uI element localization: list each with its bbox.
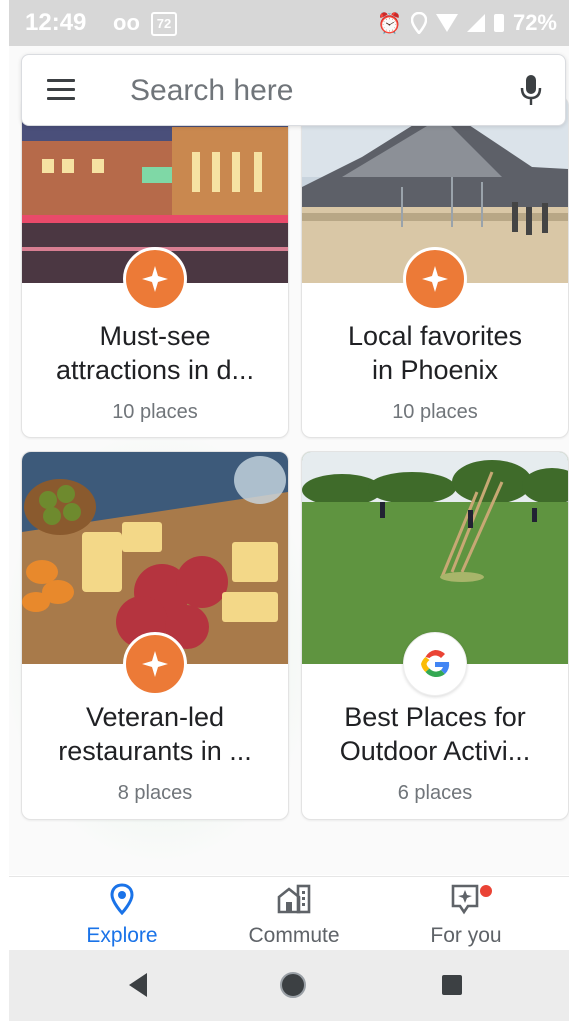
card-title-line: Must-see: [99, 321, 211, 351]
collection-card-local-favorites[interactable]: Local favorites in Phoenix 10 places: [301, 96, 569, 438]
notification-dot: [480, 885, 492, 897]
system-navigation-bar: [9, 950, 569, 1021]
explore-content[interactable]: Search here Must-see attractions in d...…: [9, 46, 569, 875]
location-icon: [410, 12, 427, 34]
collection-card-must-see[interactable]: Must-see attractions in d... 10 places: [21, 96, 289, 438]
star-badge-icon: [123, 247, 187, 311]
nav-for-you-label: For you: [430, 924, 502, 947]
calendar-icon: 72: [151, 12, 177, 36]
star-badge-icon: [123, 632, 187, 696]
voicemail-icon: oo: [113, 10, 140, 35]
alarm-icon: ⏰: [377, 12, 402, 35]
battery-percent: 72%: [512, 10, 557, 35]
nav-commute[interactable]: Commute: [224, 883, 364, 948]
card-title: Local favorites in Phoenix: [312, 319, 558, 387]
search-input[interactable]: Search here: [130, 74, 293, 108]
card-title: Must-see attractions in d...: [32, 319, 278, 387]
search-bar[interactable]: Search here: [21, 54, 566, 126]
card-place-count: 6 places: [397, 782, 473, 804]
card-place-count: 10 places: [112, 401, 198, 423]
status-icons: ⏰ 72%: [377, 8, 557, 38]
card-title-line: restaurants in ...: [58, 736, 252, 766]
hamburger-menu-icon[interactable]: [47, 79, 75, 101]
for-you-sparkle-icon: [451, 884, 479, 915]
nav-explore[interactable]: Explore: [52, 883, 192, 948]
card-title-line: attractions in d...: [55, 355, 255, 385]
card-title-line: Outdoor Activi...: [339, 736, 531, 766]
collection-card-outdoor[interactable]: Best Places for Outdoor Activi... 6 plac…: [301, 451, 569, 820]
wifi-icon: [435, 14, 458, 32]
location-pin-icon: [110, 883, 134, 916]
nav-commute-label: Commute: [248, 924, 340, 947]
status-bar: 12:49 oo 72 ⏰ 72%: [9, 0, 569, 46]
microphone-icon[interactable]: [519, 73, 543, 109]
collection-card-veteran-led[interactable]: Veteran-led restaurants in ... 8 places: [21, 451, 289, 820]
card-title-line: Veteran-led: [85, 702, 225, 732]
card-title-line: Local favorites: [347, 321, 523, 351]
nav-for-you[interactable]: For you: [396, 883, 536, 948]
card-title-line: Best Places for: [344, 702, 526, 732]
home-icon[interactable]: [279, 971, 307, 999]
status-time: 12:49: [25, 9, 87, 36]
card-title: Veteran-led restaurants in ...: [32, 700, 278, 768]
commute-building-icon: [277, 884, 311, 914]
card-title-line: in Phoenix: [371, 355, 499, 385]
card-title: Best Places for Outdoor Activi...: [312, 700, 558, 768]
card-place-count: 10 places: [392, 401, 478, 423]
google-logo-icon: [403, 632, 467, 696]
cell-signal-icon: [466, 14, 485, 32]
star-badge-icon: [403, 247, 467, 311]
back-icon[interactable]: [127, 972, 149, 998]
nav-explore-label: Explore: [86, 924, 158, 947]
battery-icon: [493, 14, 504, 32]
bottom-navigation: Explore Commute For you: [9, 876, 569, 951]
card-place-count: 8 places: [117, 782, 193, 804]
recents-icon[interactable]: [441, 974, 463, 996]
